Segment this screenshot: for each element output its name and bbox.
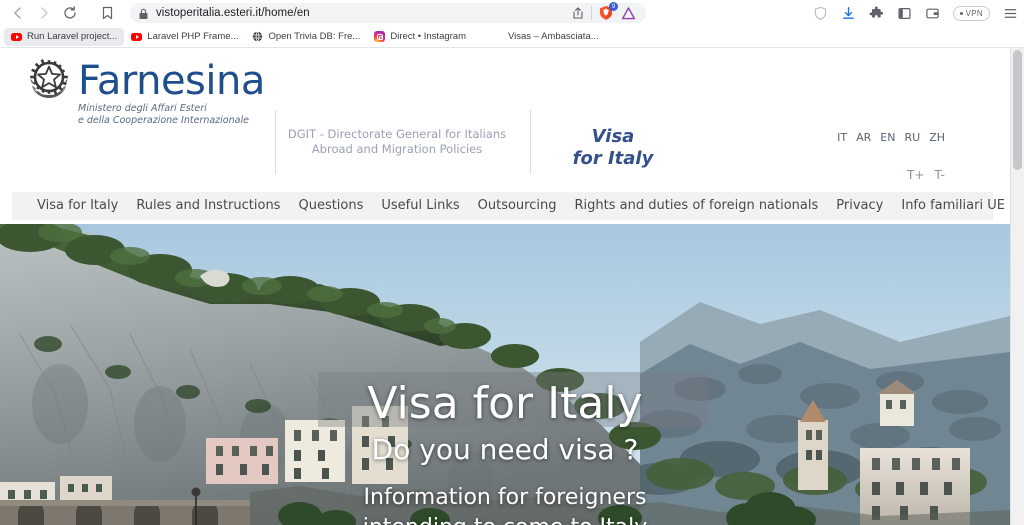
share-icon[interactable] bbox=[571, 6, 585, 20]
shield-icon[interactable] bbox=[813, 5, 829, 21]
dgit-line2: Abroad and Migration Policies bbox=[311, 142, 483, 156]
logo-text-block: Farnesina Ministero degli Affari Esteri … bbox=[78, 58, 265, 127]
sidebar-icon[interactable] bbox=[897, 5, 913, 21]
extensions-icon[interactable] bbox=[869, 5, 885, 21]
site-logo[interactable]: Farnesina Ministero degli Affari Esteri … bbox=[28, 58, 265, 127]
url-text: vistoperitalia.esteri.it/home/en bbox=[156, 7, 310, 19]
nav-item-privacy[interactable]: Privacy bbox=[827, 192, 892, 220]
language-link-ar[interactable]: AR bbox=[856, 131, 871, 144]
youtube-icon bbox=[11, 32, 22, 41]
brave-shields-icon[interactable]: 9 bbox=[598, 2, 618, 21]
bookmark-label: Direct • Instagram bbox=[390, 31, 466, 42]
omnibox-actions: 9 bbox=[571, 2, 638, 21]
downloads-icon[interactable] bbox=[841, 5, 857, 21]
nav-item-useful-links[interactable]: Useful Links bbox=[372, 192, 468, 220]
logo-title: Farnesina bbox=[78, 58, 265, 104]
font-decrease-button[interactable]: T- bbox=[934, 168, 945, 182]
dgit-line1: DGIT - Directorate General for Italians bbox=[287, 127, 507, 141]
bookmark-item[interactable]: Direct • Instagram bbox=[367, 28, 473, 46]
toolbar-right-actions: VPN bbox=[813, 0, 1018, 26]
bookmark-item[interactable]: Open Trivia DB: Fre... bbox=[245, 28, 367, 46]
nav-item-rules-and-instructions[interactable]: Rules and Instructions bbox=[127, 192, 289, 220]
visa-for-italy-brand: Visa for Italy bbox=[553, 126, 673, 170]
navigation-buttons bbox=[6, 2, 82, 24]
language-link-it[interactable]: IT bbox=[837, 131, 847, 144]
omnibox-divider bbox=[591, 6, 592, 20]
dgit-title: DGIT - Directorate General for Italians … bbox=[283, 127, 511, 157]
logo-subtitle-line2: e della Cooperazione Internazionale bbox=[78, 115, 249, 126]
hero-heading: Visa for Italy bbox=[367, 378, 643, 429]
bookmark-label: Run Laravel project... bbox=[27, 31, 118, 42]
header-divider-left bbox=[275, 110, 276, 174]
lock-icon bbox=[138, 7, 149, 19]
bookmark-item[interactable]: Run Laravel project... bbox=[4, 27, 125, 46]
bookmark-page-icon[interactable] bbox=[96, 2, 118, 24]
forward-button[interactable] bbox=[32, 2, 56, 24]
bookmark-label: Laravel PHP Frame... bbox=[147, 31, 239, 42]
vpn-status-dot bbox=[959, 11, 963, 15]
address-bar[interactable]: vistoperitalia.esteri.it/home/en 9 bbox=[130, 2, 646, 23]
hero-text-block: Visa for Italy Do you need visa ? Inform… bbox=[0, 224, 1010, 525]
italian-republic-emblem-icon bbox=[28, 58, 70, 104]
main-navigation: Visa for Italy Rules and Instructions Qu… bbox=[12, 192, 1005, 220]
hero-subheading: Do you need visa ? bbox=[371, 433, 639, 466]
back-button[interactable] bbox=[6, 2, 30, 24]
bookmark-item[interactable]: Visas – Ambasciata... bbox=[501, 28, 606, 46]
nav-item-visa-for-italy[interactable]: Visa for Italy bbox=[28, 192, 127, 220]
page-viewport: Farnesina Ministero degli Affari Esteri … bbox=[0, 48, 1010, 525]
page-scrollbar[interactable] bbox=[1010, 48, 1024, 525]
nav-item-questions[interactable]: Questions bbox=[289, 192, 372, 220]
browser-toolbar: vistoperitalia.esteri.it/home/en 9 VPN bbox=[0, 0, 1024, 26]
nav-item-info-familiari-ue[interactable]: Info familiari UE bbox=[892, 192, 1010, 220]
scrollbar-thumb[interactable] bbox=[1013, 50, 1022, 170]
vpn-label: VPN bbox=[965, 8, 983, 18]
bookmarks-bar: Run Laravel project... Laravel PHP Frame… bbox=[0, 26, 1024, 48]
wallet-icon[interactable] bbox=[925, 5, 941, 21]
language-switcher: IT AR EN RU ZH bbox=[837, 131, 945, 144]
bookmark-label: Open Trivia DB: Fre... bbox=[268, 31, 361, 42]
site-header: Farnesina Ministero degli Affari Esteri … bbox=[0, 48, 1010, 182]
shield-badge-count: 9 bbox=[609, 2, 618, 11]
visa-brand-line2: for Italy bbox=[572, 148, 654, 169]
reload-button[interactable] bbox=[58, 2, 82, 24]
vpn-toggle[interactable]: VPN bbox=[952, 5, 990, 21]
language-link-en[interactable]: EN bbox=[880, 131, 895, 144]
visa-brand-line1: Visa bbox=[591, 126, 635, 147]
nav-item-outsourcing[interactable]: Outsourcing bbox=[469, 192, 566, 220]
globe-icon bbox=[252, 31, 263, 42]
hero-line4: intending to come to Italy bbox=[0, 513, 1010, 525]
font-size-controls: T+ T- bbox=[907, 168, 945, 182]
logo-subtitle-line1: Ministero degli Affari Esteri bbox=[78, 103, 207, 114]
browser-window: vistoperitalia.esteri.it/home/en 9 VPN R… bbox=[0, 0, 1024, 525]
menu-icon[interactable] bbox=[1002, 5, 1018, 21]
youtube-icon bbox=[131, 32, 143, 41]
instagram-icon bbox=[374, 31, 386, 42]
nav-item-rights-and-duties[interactable]: Rights and duties of foreign nationals bbox=[566, 192, 828, 220]
font-increase-button[interactable]: T+ bbox=[907, 168, 924, 182]
bookmark-item[interactable]: Laravel PHP Frame... bbox=[124, 28, 245, 46]
header-divider-right bbox=[530, 110, 531, 174]
hero-banner: Visa for Italy Do you need visa ? Inform… bbox=[0, 224, 1010, 525]
language-link-ru[interactable]: RU bbox=[904, 131, 920, 144]
language-link-zh[interactable]: ZH bbox=[929, 131, 945, 144]
bookmark-label: Visas – Ambasciata... bbox=[508, 31, 599, 42]
hero-line3: Information for foreigners bbox=[363, 485, 647, 510]
warning-triangle-icon[interactable] bbox=[620, 5, 636, 21]
